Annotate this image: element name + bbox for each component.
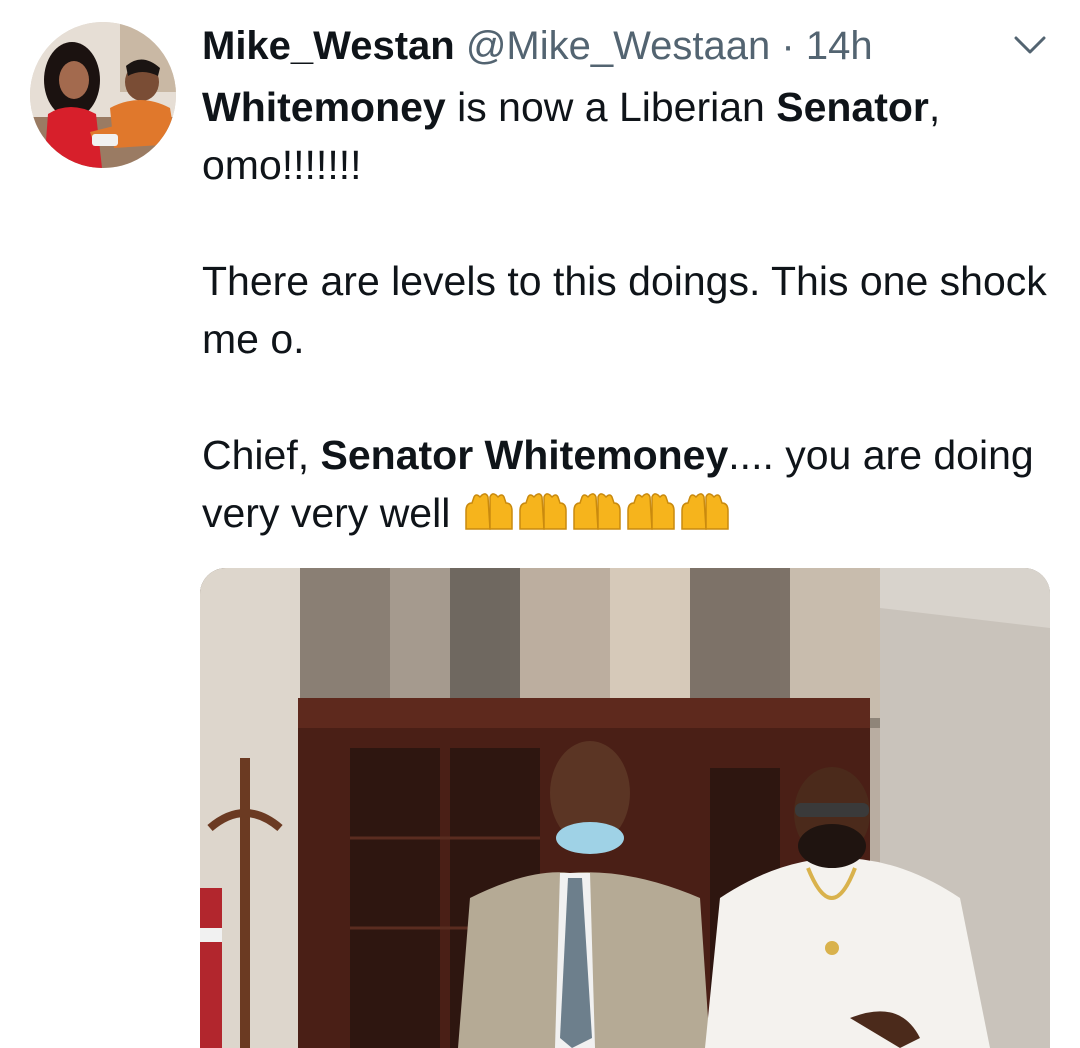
tweet-paragraph-1: Whitemoney is now a Liberian Senator, om… — [202, 78, 1052, 194]
bold-mention-whitemoney: Whitemoney — [202, 84, 446, 130]
timestamp[interactable]: 14h — [806, 24, 873, 68]
display-name[interactable]: Mike_Westan — [202, 24, 455, 68]
separator-dot: · — [781, 24, 795, 68]
tweet-photo[interactable] — [200, 568, 1050, 1048]
bold-senator-whitemoney: Senator Whitemoney — [320, 432, 729, 478]
avatar[interactable] — [30, 22, 176, 168]
bold-word-senator: Senator — [776, 84, 929, 130]
text-fragment: Chief, — [202, 432, 321, 478]
chevron-down-icon[interactable] — [1010, 30, 1050, 60]
user-handle[interactable]: @Mike_Westaan — [466, 24, 770, 68]
tweet-text: Whitemoney is now a Liberian Senator, om… — [202, 78, 1052, 546]
tweet-paragraph-2: There are levels to this doings. This on… — [202, 258, 1047, 362]
raising-hands-icon — [462, 488, 732, 546]
text-fragment: is now a Liberian — [445, 84, 777, 130]
tweet-paragraph-3: Chief, Senator Whitemoney.... you are do… — [202, 426, 1052, 546]
tweet-header: Mike_Westan @Mike_Westaan · 14h — [202, 22, 873, 70]
